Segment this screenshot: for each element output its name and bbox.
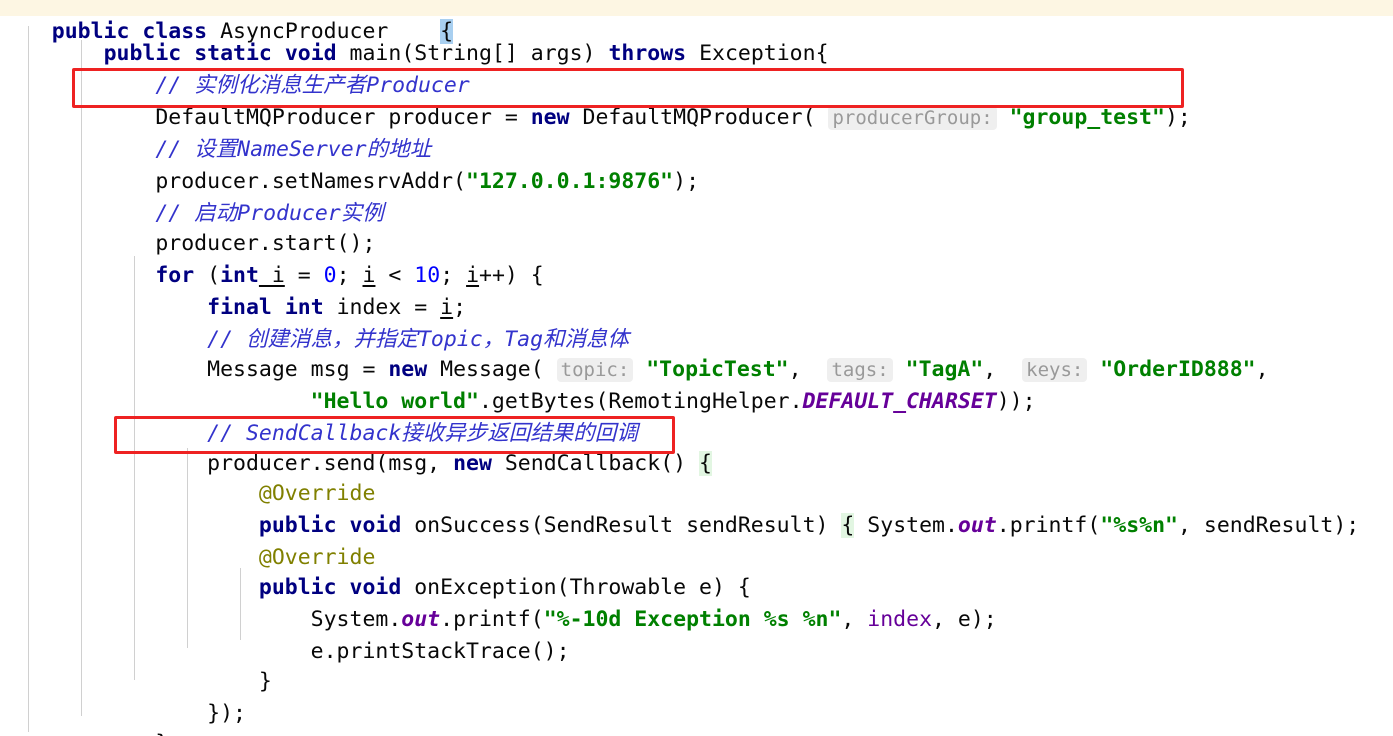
code-line[interactable]: } — [0, 634, 1393, 694]
code-line[interactable]: final int index = i; — [0, 260, 1393, 320]
code-line[interactable]: producer.send(msg, new SendCallback() { — [0, 416, 1393, 476]
code-line[interactable]: for (int i = 0; i < 10; i++) { — [0, 228, 1393, 288]
code-line[interactable]: DefaultMQProducer producer = new Default… — [0, 70, 1393, 130]
code-line[interactable]: public void onException(Throwable e) { — [0, 540, 1393, 600]
code-line[interactable]: "Hello world".getBytes(RemotingHelper.DE… — [0, 354, 1393, 414]
code-line[interactable]: // 启动Producer实例 — [0, 166, 1393, 226]
code-line[interactable]: // SendCallback接收异步返回结果的回调 — [0, 386, 1393, 446]
code-line[interactable]: // 实例化消息生产者Producer — [0, 38, 1393, 98]
code-line[interactable]: public void onSuccess(SendResult sendRes… — [0, 478, 1393, 538]
code-line[interactable]: producer.setNamesrvAddr("127.0.0.1:9876"… — [0, 134, 1393, 194]
code-line[interactable]: @Override — [0, 446, 1393, 506]
code-editor[interactable]: public class AsyncProducer { public stat… — [0, 0, 1393, 736]
code-line[interactable]: System.out.printf("%-10d Exception %s %n… — [0, 572, 1393, 632]
token-brace: } — [155, 731, 168, 736]
code-line[interactable]: } — [0, 696, 1393, 736]
code-line[interactable]: Message msg = new Message( topic: "Topic… — [0, 322, 1393, 382]
code-line[interactable]: }); — [0, 666, 1393, 726]
code-line[interactable]: producer.start(); — [0, 196, 1393, 256]
code-line[interactable]: public static void main(String[] args) t… — [0, 6, 1393, 66]
code-line[interactable]: @Override — [0, 510, 1393, 570]
code-line[interactable]: // 设置NameServer的地址 — [0, 102, 1393, 162]
code-line[interactable]: e.printStackTrace(); — [0, 604, 1393, 664]
code-line[interactable]: // 创建消息，并指定Topic，Tag和消息体 — [0, 292, 1393, 352]
